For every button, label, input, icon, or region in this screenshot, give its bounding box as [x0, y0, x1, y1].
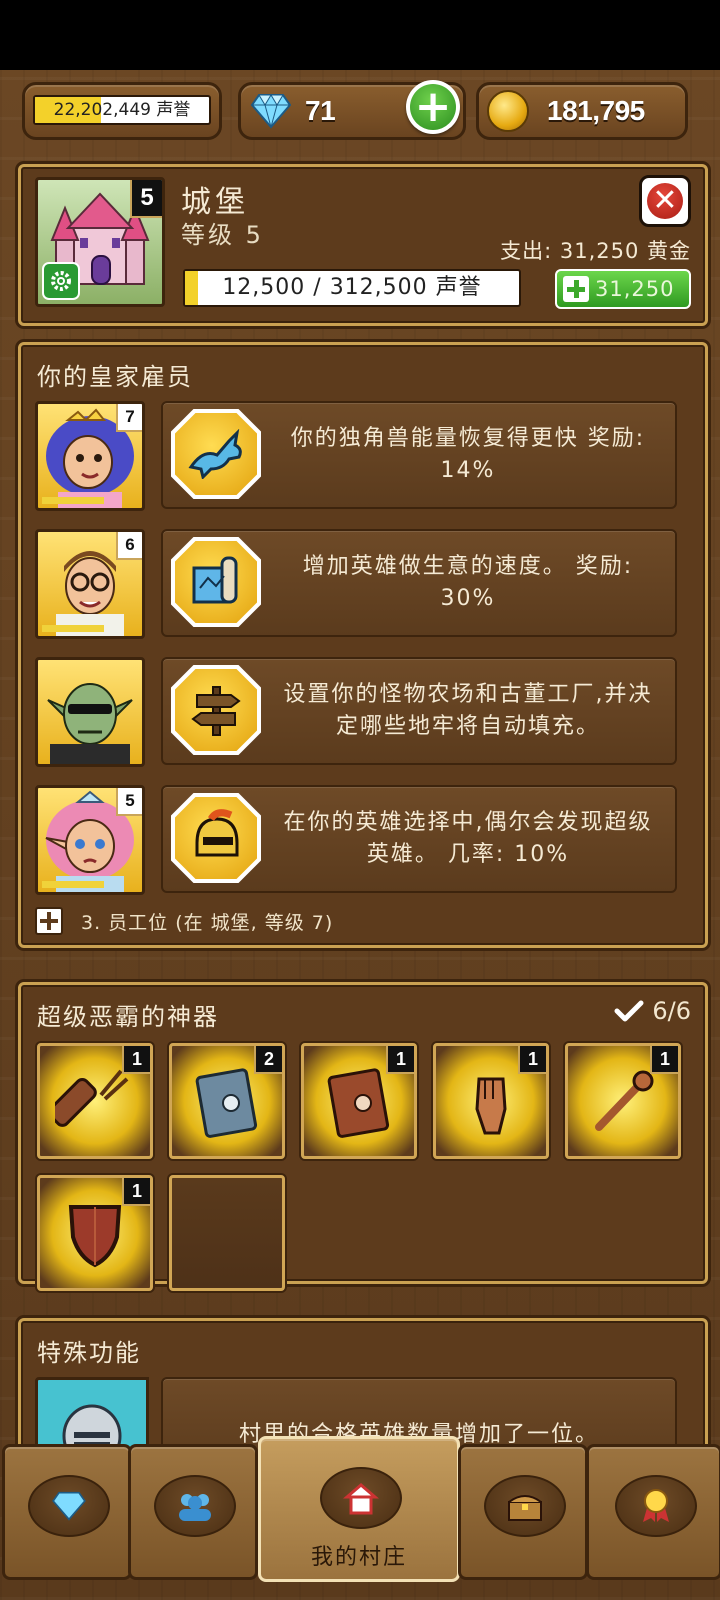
fame-pill: 22,202,449 声誉: [22, 82, 222, 140]
nav-tab-village[interactable]: 我的村庄: [258, 1436, 460, 1582]
employee-card-3: 设置你的怪物农场和古董工厂,并决定哪些地牢将自动填充。: [161, 657, 677, 765]
building-level-badge: 5: [130, 180, 162, 218]
artifact-level-badge: 1: [122, 1178, 150, 1206]
checkmark-icon: [614, 1000, 644, 1022]
buy-gems-button[interactable]: +: [406, 80, 460, 134]
employee-bonus-text: 在你的英雄选择中,偶尔会发现超级英雄。 几率: 10%: [283, 810, 653, 867]
artifact-brown-book[interactable]: 1: [301, 1043, 417, 1159]
treasure-chest-icon: [508, 1495, 542, 1521]
special-title: 特殊功能: [37, 1339, 141, 1367]
artifacts-panel: 超级恶霸的神器 6/6 1 2 1 1 1 1: [18, 982, 708, 1291]
map-scroll-icon: [171, 537, 261, 627]
artifact-shield[interactable]: 1: [37, 1175, 153, 1291]
artifact-quiver[interactable]: 1: [37, 1043, 153, 1159]
artifact-steel-book[interactable]: 2: [169, 1043, 285, 1159]
artifact-level-badge: 1: [122, 1046, 150, 1074]
unicorn-icon: [171, 409, 261, 499]
artifact-mace[interactable]: 1: [565, 1043, 681, 1159]
artifacts-count-row: 6/6: [614, 997, 691, 1025]
employees-panel: 你的皇家雇员 7 你的独角兽能量恢复得更快 奖励: 14% 6 增加英雄做生意的…: [18, 342, 708, 948]
gold-count: 181,795: [547, 95, 645, 126]
upgrade-price: 31,250: [595, 277, 675, 301]
employee-level-badge: 6: [116, 532, 142, 560]
artifact-level-badge: 1: [518, 1046, 546, 1074]
fame-value: 22,202,449 声誉: [53, 100, 191, 120]
plus-icon: [35, 907, 63, 935]
employee-portrait-1[interactable]: 7: [35, 401, 145, 511]
signpost-icon: [171, 665, 261, 755]
artifact-level-badge: 1: [650, 1046, 678, 1074]
house-icon: [343, 1483, 379, 1515]
castle-image: 5: [35, 177, 165, 307]
gems-count: 71: [305, 95, 336, 126]
plus-icon: +: [410, 84, 456, 130]
close-button[interactable]: ✕: [639, 175, 691, 227]
employee-progress: [42, 625, 104, 632]
artifact-gauntlet[interactable]: 1: [433, 1043, 549, 1159]
nav-disc: [154, 1475, 236, 1537]
artifact-level-badge: 2: [254, 1046, 282, 1074]
bottom-navigation: 我的村庄: [0, 1436, 720, 1600]
fame-progress-box: 22,202,449 声誉: [33, 95, 211, 125]
fame-progress-bar: 12,500 / 312,500 声誉: [183, 269, 521, 307]
employee-card-1: 你的独角兽能量恢复得更快 奖励: 14%: [161, 401, 677, 509]
nav-tab-label: 我的村庄: [310, 1545, 407, 1570]
diamond-icon: [251, 94, 291, 129]
employee-slot-text: 3. 员工位 (在 城堡, 等级 7): [81, 911, 334, 934]
add-employee-slot[interactable]: 3. 员工位 (在 城堡, 等级 7): [35, 907, 333, 935]
nav-disc: [615, 1475, 697, 1537]
nav-tab-achievements[interactable]: [586, 1444, 720, 1580]
gear-icon: [51, 271, 71, 291]
employee-portrait-3[interactable]: [35, 657, 145, 767]
fame-progress-text: 12,500 / 312,500 声誉: [222, 275, 482, 300]
nav-tab-shop[interactable]: [2, 1444, 132, 1580]
people-icon: [179, 1494, 211, 1521]
nav-disc: [484, 1475, 566, 1537]
building-panel: 5 城堡 等级 5 ✕ 支出: 31,250 黄金 12,500 / 312,5…: [18, 164, 708, 326]
employee-bonus-text: 你的独角兽能量恢复得更快 奖励: 14%: [290, 426, 646, 483]
employee-card-4: 在你的英雄选择中,偶尔会发现超级英雄。 几率: 10%: [161, 785, 677, 893]
employee-level-badge: 7: [116, 404, 142, 432]
employee-progress: [42, 497, 104, 504]
employee-portrait-4[interactable]: 5: [35, 785, 145, 895]
artifacts-count: 6/6: [652, 997, 691, 1025]
employee-card-2: 增加英雄做生意的速度。 奖励: 30%: [161, 529, 677, 637]
artifact-level-badge: 1: [386, 1046, 414, 1074]
employee-bonus-text: 增加英雄做生意的速度。 奖励: 30%: [302, 554, 634, 611]
employee-progress: [42, 881, 104, 888]
nav-disc: [28, 1475, 110, 1537]
employee-portrait-2[interactable]: 6: [35, 529, 145, 639]
artifacts-title: 超级恶霸的神器: [37, 1003, 219, 1031]
gold-pill: 181,795: [476, 82, 688, 140]
nav-tab-heroes[interactable]: [128, 1444, 258, 1580]
plus-icon: [563, 276, 589, 302]
status-bar-area: [0, 0, 720, 70]
knight-helmet-icon: [171, 793, 261, 883]
employees-title: 你的皇家雇员: [37, 363, 193, 391]
gold-coin-icon: [487, 90, 529, 132]
diamond-icon: [52, 1491, 86, 1521]
medal-icon: [643, 1489, 669, 1522]
close-icon: ✕: [647, 183, 683, 219]
employee-bonus-text: 设置你的怪物农场和古董工厂,并决定哪些地牢将自动填充。: [283, 682, 653, 739]
employee-level-badge: 5: [116, 788, 142, 816]
nav-disc: [320, 1467, 402, 1529]
settings-button[interactable]: [42, 262, 80, 300]
artifact-empty-slot[interactable]: [169, 1175, 285, 1291]
upgrade-cost: 支出: 31,250 黄金: [500, 239, 691, 263]
nav-tab-treasure[interactable]: [458, 1444, 588, 1580]
upgrade-button[interactable]: 31,250: [555, 269, 691, 309]
building-level: 等级 5: [181, 221, 264, 249]
orc-portrait: [47, 683, 133, 764]
